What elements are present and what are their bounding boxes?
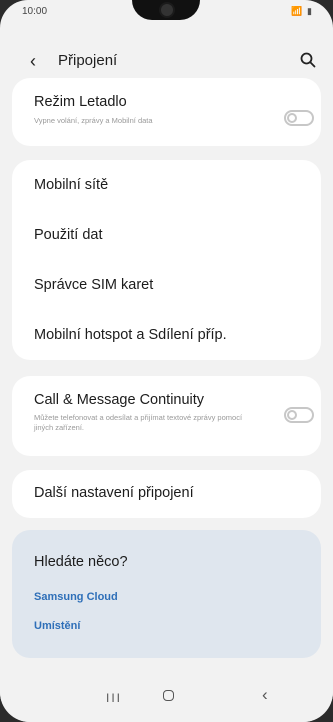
toggle-knob [287, 410, 297, 420]
suggestion-link-samsung-cloud[interactable]: Samsung Cloud [34, 591, 118, 603]
more-connection-settings-label: Další nastavení připojení [34, 485, 194, 501]
navigation-bar: III ‹ [0, 672, 333, 722]
airplane-mode-row[interactable]: Režim Letadlo Vypne volání, zprávy a Mob… [12, 78, 321, 146]
menu-item-label: Použití dat [34, 227, 103, 243]
back-icon[interactable]: ‹ [262, 685, 268, 705]
more-connection-settings-row[interactable]: Další nastavení připojení [12, 470, 321, 518]
toggle-knob [287, 113, 297, 123]
phone-screen: 10:00 📶 ▮ ‹ Připojení Režim Letadlo Vypn… [0, 0, 333, 722]
signal-battery-icon: 📶 ▮ [291, 6, 313, 16]
menu-item-label: Mobilní sítě [34, 177, 109, 193]
front-camera-icon [159, 2, 175, 18]
menu-item-data-usage[interactable]: Použití dat [12, 210, 321, 260]
continuity-toggle[interactable] [284, 407, 314, 423]
airplane-card: Režim Letadlo Vypne volání, zprávy a Mob… [12, 78, 321, 146]
page-title: Připojení [58, 52, 118, 69]
menu-item-label: Mobilní hotspot a Sdílení příp. [34, 327, 227, 343]
suggestions-title: Hledáte něco? [34, 554, 128, 570]
call-message-continuity-row[interactable]: Call & Message Continuity Můžete telefon… [12, 376, 321, 456]
search-icon[interactable] [299, 51, 317, 69]
menu-item-label: Správce SIM karet [34, 277, 154, 293]
menu-item-sim-manager[interactable]: Správce SIM karet [12, 260, 321, 310]
more-settings-card: Další nastavení připojení [12, 470, 321, 518]
network-menu-card: Mobilní sítě Použití dat Správce SIM kar… [12, 160, 321, 360]
continuity-card: Call & Message Continuity Můžete telefon… [12, 376, 321, 456]
status-time: 10:00 [22, 6, 48, 17]
suggestions-card: Hledáte něco? Samsung Cloud Umístění [12, 530, 321, 658]
continuity-title: Call & Message Continuity [34, 392, 205, 408]
airplane-mode-title: Režim Letadlo [34, 94, 127, 110]
back-arrow-icon[interactable]: ‹ [30, 51, 36, 72]
recent-apps-icon[interactable]: III [106, 691, 122, 705]
suggestion-link-location[interactable]: Umístění [34, 620, 80, 632]
continuity-subtitle: Můžete telefonovat a odesílat a přijímat… [34, 413, 243, 432]
airplane-mode-subtitle: Vypne volání, zprávy a Mobilní data [34, 116, 153, 125]
airplane-mode-toggle[interactable] [284, 110, 314, 126]
app-bar: ‹ Připojení [0, 38, 333, 82]
menu-item-mobile-networks[interactable]: Mobilní sítě [12, 160, 321, 210]
menu-item-hotspot-tethering[interactable]: Mobilní hotspot a Sdílení příp. [12, 310, 321, 360]
status-bar: 10:00 📶 ▮ [0, 0, 333, 22]
home-icon[interactable] [163, 690, 174, 701]
